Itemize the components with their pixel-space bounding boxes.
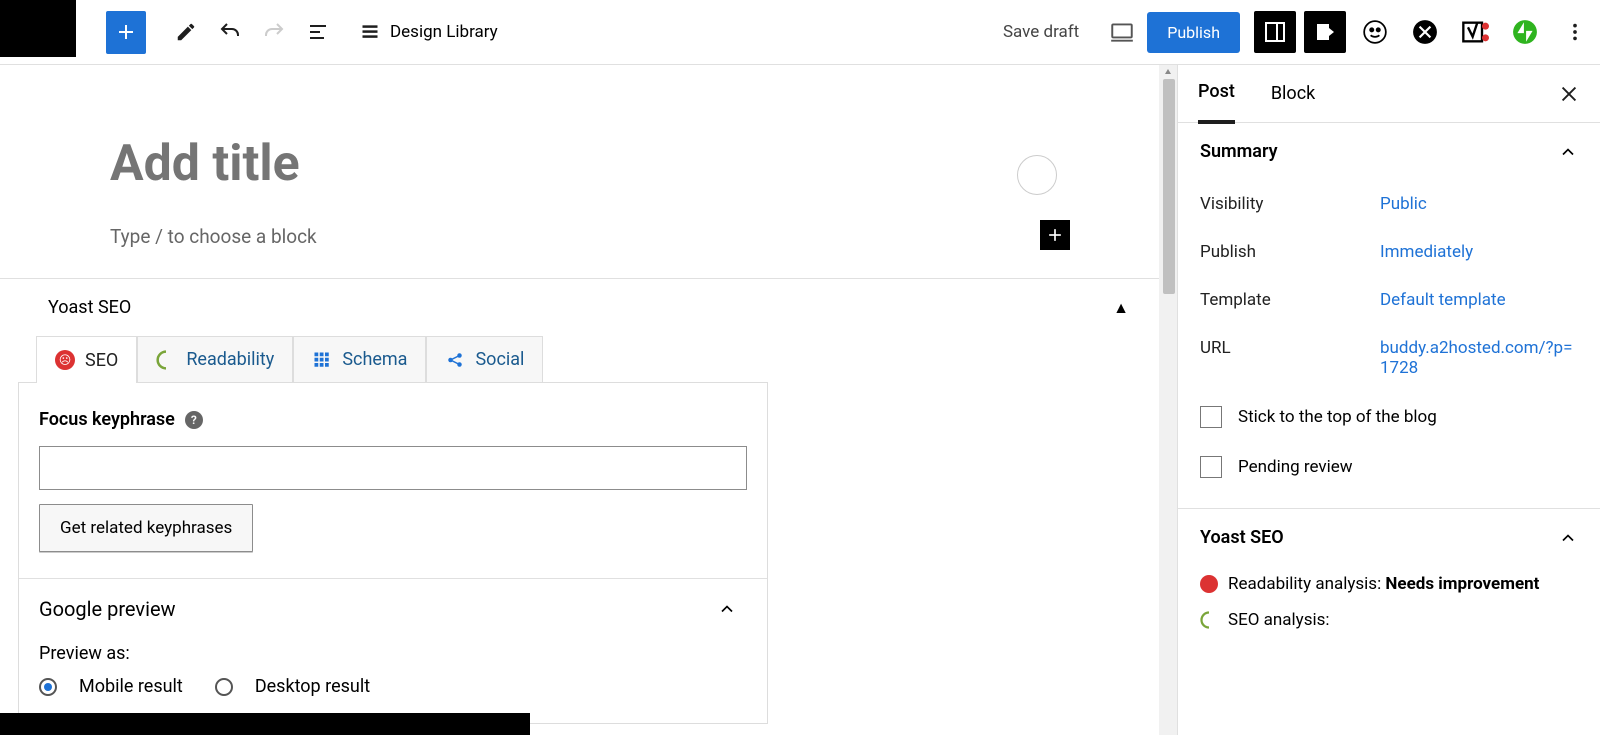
google-preview-header[interactable]: Google preview: [39, 597, 747, 621]
top-toolbar: Design Library Save draft Publish: [0, 0, 1600, 65]
featured-circle[interactable]: [1017, 155, 1057, 195]
preview-button[interactable]: [1101, 11, 1143, 53]
yoast-panel-title: Yoast SEO: [48, 297, 131, 318]
design-library-button[interactable]: Design Library: [360, 22, 498, 42]
design-library-label: Design Library: [390, 22, 498, 42]
mobile-result-radio[interactable]: [39, 678, 57, 696]
yoast-tab-seo[interactable]: ☹ SEO: [36, 336, 137, 383]
block-plugin-icon[interactable]: [1404, 11, 1446, 53]
undo-button[interactable]: [208, 10, 252, 54]
yoast-tab-readability[interactable]: Readability: [137, 336, 293, 383]
status-dot-red: [1200, 575, 1218, 593]
yoast-tab-schema[interactable]: Schema: [293, 336, 426, 383]
chevron-up-icon: [1558, 142, 1578, 162]
sidebar-tab-post[interactable]: Post: [1198, 65, 1235, 124]
options-menu-button[interactable]: [1554, 11, 1596, 53]
desktop-result-radio[interactable]: [215, 678, 233, 696]
share-icon: [445, 350, 465, 370]
edit-tool-button[interactable]: [164, 10, 208, 54]
yoast-tabs: ☹ SEO Readability Schema Social: [36, 336, 1177, 383]
settings-sidebar-toggle[interactable]: [1254, 11, 1296, 53]
save-draft-button[interactable]: Save draft: [1003, 22, 1079, 42]
desktop-result-label: Desktop result: [255, 676, 370, 697]
scrollbar-thumb[interactable]: [1163, 79, 1175, 294]
inline-add-block-button[interactable]: [1040, 220, 1070, 250]
design-library-icon: [360, 22, 380, 42]
wp-logo[interactable]: [0, 0, 76, 57]
visibility-value[interactable]: Public: [1380, 194, 1578, 214]
stick-top-checkbox-row: Stick to the top of the blog: [1178, 392, 1600, 442]
focus-keyphrase-label: Focus keyphrase: [39, 409, 175, 430]
chevron-up-icon: [1558, 528, 1578, 548]
get-related-keyphrases-button[interactable]: Get related keyphrases: [39, 504, 253, 552]
close-sidebar-button[interactable]: [1558, 83, 1580, 105]
help-icon[interactable]: ?: [185, 411, 203, 429]
settings-sidebar: Post Block Summary Visibility Public Pub…: [1177, 65, 1600, 735]
yoast-panel-header[interactable]: Yoast SEO ▲: [0, 279, 1177, 336]
url-row: URL buddy.a2hosted.com/?p=1728: [1178, 324, 1600, 392]
block-placeholder-text[interactable]: Type / to choose a block: [110, 225, 1067, 248]
template-row: Template Default template: [1178, 276, 1600, 324]
readability-analysis-row[interactable]: Readability analysis: Needs improvement: [1178, 566, 1600, 602]
yoast-tab-content: Focus keyphrase ? Get related keyphrases…: [18, 382, 768, 724]
collapse-icon: ▲: [1113, 298, 1129, 318]
focus-keyphrase-input[interactable]: [39, 446, 747, 490]
pending-review-checkbox-row: Pending review: [1178, 442, 1600, 492]
loading-icon: [156, 350, 176, 370]
visibility-row: Visibility Public: [1178, 180, 1600, 228]
add-block-button[interactable]: [106, 11, 146, 54]
post-title-input[interactable]: [110, 135, 1067, 193]
editor-scrollbar[interactable]: [1159, 65, 1177, 735]
mobile-result-label: Mobile result: [79, 676, 183, 697]
editor-column: Type / to choose a block Yoast SEO ▲ ☹ S…: [0, 65, 1177, 735]
sidebar-tab-block[interactable]: Block: [1271, 65, 1315, 122]
sad-face-icon: ☹: [55, 350, 75, 370]
url-value[interactable]: buddy.a2hosted.com/?p=1728: [1380, 338, 1578, 378]
preview-as-label: Preview as:: [39, 643, 747, 664]
yoast-tab-social[interactable]: Social: [426, 336, 543, 383]
yoast-icon[interactable]: [1454, 11, 1496, 53]
pending-review-checkbox[interactable]: [1200, 456, 1222, 478]
mailchimp-icon[interactable]: [1354, 11, 1396, 53]
loading-icon: [1200, 611, 1218, 629]
summary-section-header[interactable]: Summary: [1178, 123, 1600, 180]
yoast-meta-box: Yoast SEO ▲ ☹ SEO Readability Schema: [0, 278, 1177, 724]
publish-button[interactable]: Publish: [1147, 12, 1240, 53]
plugin-panel-button[interactable]: [1304, 11, 1346, 53]
jetpack-icon[interactable]: [1504, 11, 1546, 53]
stick-top-checkbox[interactable]: [1200, 406, 1222, 428]
template-value[interactable]: Default template: [1380, 290, 1578, 310]
redo-button[interactable]: [252, 10, 296, 54]
seo-analysis-row[interactable]: SEO analysis:: [1178, 602, 1600, 638]
document-overview-button[interactable]: [296, 10, 340, 54]
bottom-black-bar: [0, 713, 530, 735]
yoast-sidebar-header[interactable]: Yoast SEO: [1178, 509, 1600, 566]
publish-value[interactable]: Immediately: [1380, 242, 1578, 262]
chevron-up-icon: [717, 599, 737, 619]
publish-row: Publish Immediately: [1178, 228, 1600, 276]
grid-icon: [312, 350, 332, 370]
